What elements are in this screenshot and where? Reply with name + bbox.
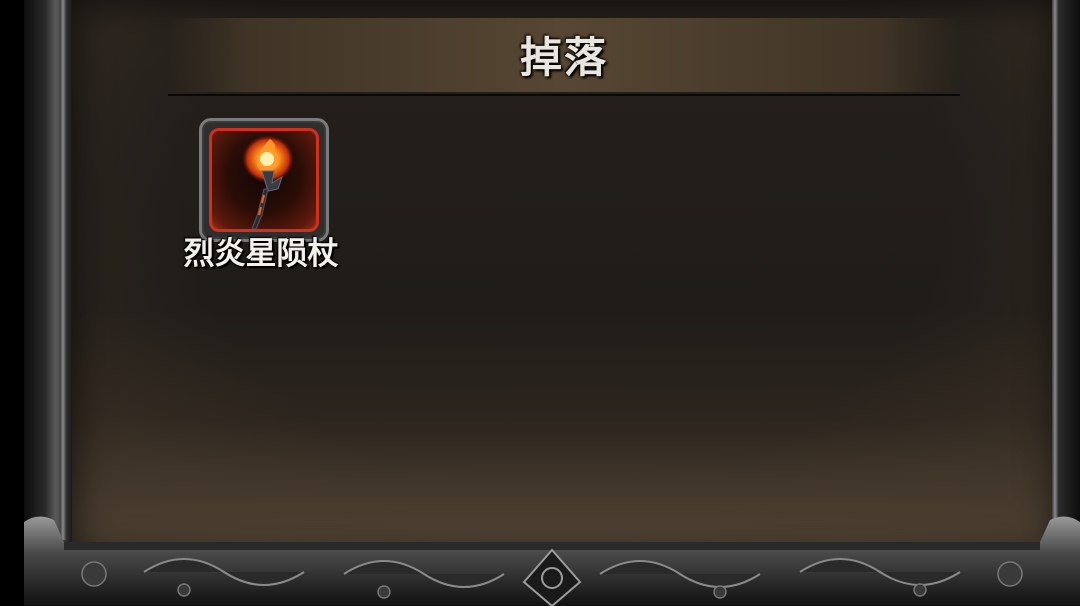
drop-item-frame — [209, 128, 319, 232]
panel-left-edge — [60, 0, 66, 540]
drop-item-slot[interactable] — [199, 118, 329, 242]
ornate-border — [24, 516, 1080, 606]
fire-staff-icon — [242, 135, 294, 229]
title-divider — [168, 94, 960, 96]
game-screen: 掉落 烈炎星陨杖 — [0, 0, 1080, 606]
drop-item-name: 烈炎星陨杖 — [183, 236, 339, 272]
panel-right-edge — [1052, 0, 1058, 540]
panel-title: 掉落 — [519, 33, 608, 82]
